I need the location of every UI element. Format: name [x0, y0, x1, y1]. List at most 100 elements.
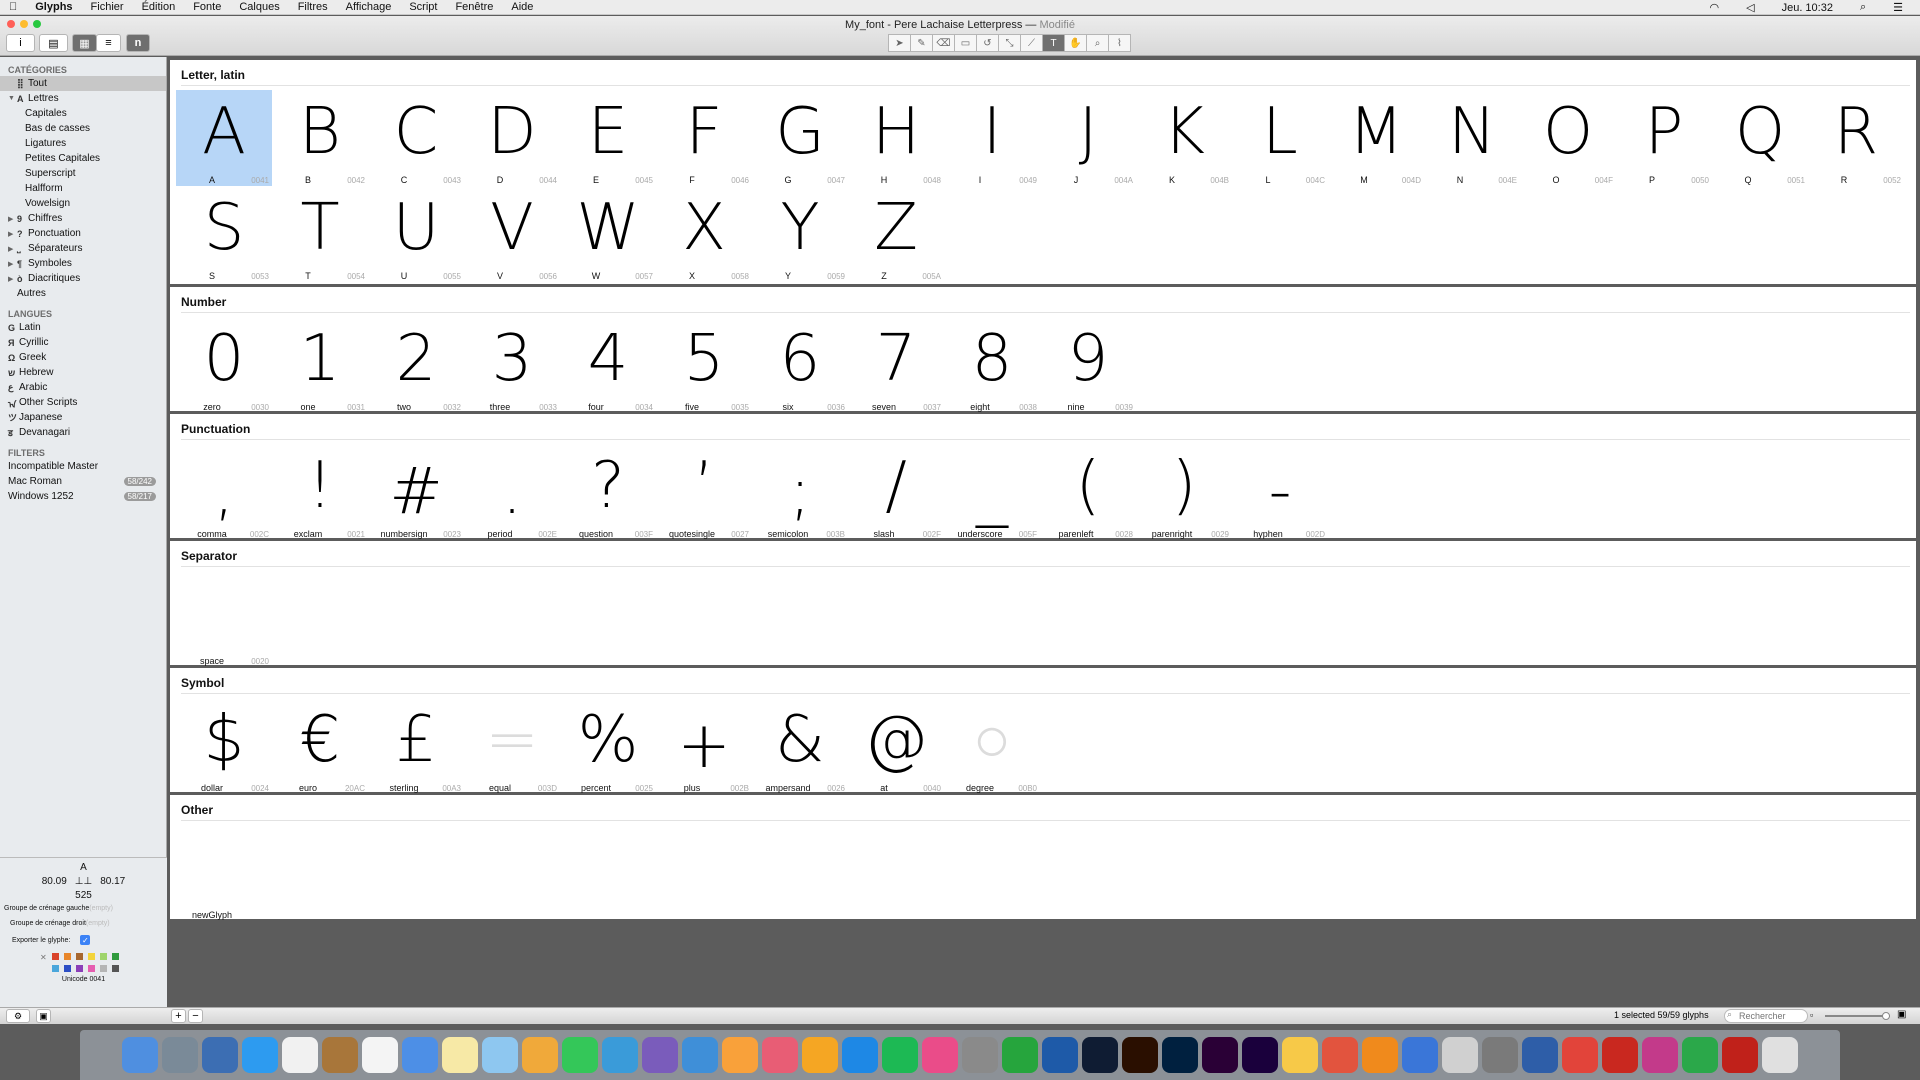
glyph-cell[interactable]: ○ degree 00B0: [944, 698, 1040, 794]
glyph-cell[interactable]: 9 nine 0039: [1040, 317, 1136, 413]
zoom-tool-icon[interactable]: ⌕: [1086, 34, 1109, 52]
disclosure-icon[interactable]: ▶: [8, 260, 17, 268]
glyph-cell[interactable]: E E 0045: [560, 90, 656, 186]
rotate-tool-icon[interactable]: ↺: [976, 34, 999, 52]
sidebar-item[interactable]: ع Arabic: [0, 380, 166, 395]
glyph-cell[interactable]: V V 0056: [464, 186, 560, 282]
glyph-cell[interactable]: , comma 002C: [176, 444, 272, 540]
sidebar-toggle-button[interactable]: ▣: [36, 1009, 51, 1023]
dock-app-icon[interactable]: [1442, 1037, 1478, 1073]
sidebar-item[interactable]: Ω Greek: [0, 350, 166, 365]
sidebar-item[interactable]: Bas de casses: [0, 121, 166, 136]
knife-tool-icon[interactable]: ⟋: [1020, 34, 1043, 52]
dock-app-icon[interactable]: [522, 1037, 558, 1073]
glyph-cell[interactable]: + plus 002B: [656, 698, 752, 794]
dock-app-icon[interactable]: [1562, 1037, 1598, 1073]
dock-app-icon[interactable]: [1242, 1037, 1278, 1073]
eraser-tool-icon[interactable]: ⌫: [932, 34, 955, 52]
sidebar-item[interactable]: Windows 1252 58/217: [0, 489, 166, 504]
menu-item[interactable]: Édition: [142, 1, 176, 13]
dock-app-icon[interactable]: [1042, 1037, 1078, 1073]
info-button[interactable]: i: [6, 34, 35, 52]
color-swatch[interactable]: [64, 965, 71, 972]
sidebar-item[interactable]: Petites Capitales: [0, 151, 166, 166]
left-kerning-field[interactable]: (empty): [89, 905, 113, 912]
glyph-cell[interactable]: & ampersand 0026: [752, 698, 848, 794]
unicode-field[interactable]: Unicode 0041: [0, 976, 167, 983]
dock-app-icon[interactable]: [1402, 1037, 1438, 1073]
menu-item[interactable]: Fenêtre: [455, 1, 493, 13]
menu-item[interactable]: Filtres: [298, 1, 328, 13]
dock-app-icon[interactable]: [922, 1037, 958, 1073]
glyph-cell[interactable]: % percent 0025: [560, 698, 656, 794]
dock-app-icon[interactable]: [1602, 1037, 1638, 1073]
measure-tool-icon[interactable]: ⌇: [1108, 34, 1131, 52]
text-tool-icon[interactable]: T: [1042, 34, 1065, 52]
dock-app-icon[interactable]: [282, 1037, 318, 1073]
glyph-cell[interactable]: (parenleft 0028: [1040, 444, 1136, 540]
volume-icon[interactable]: ◁: [1746, 1, 1754, 14]
sidebar-item[interactable]: Autres: [0, 286, 166, 301]
glyph-cell[interactable]: - hyphen 002D: [1232, 444, 1328, 540]
glyph-cell[interactable]: K K 004B: [1136, 90, 1232, 186]
glyph-cell[interactable]: P P 0050: [1616, 90, 1712, 186]
dock-app-icon[interactable]: [1082, 1037, 1118, 1073]
sidebar-item[interactable]: ⣿ Tout: [0, 76, 166, 91]
clock[interactable]: Jeu. 10:32: [1782, 2, 1833, 14]
dock-app-icon[interactable]: [1362, 1037, 1398, 1073]
dock-app-icon[interactable]: [162, 1037, 198, 1073]
sidebar-item[interactable]: ▶ ⎵ Séparateurs: [0, 241, 166, 256]
glyph-cell[interactable]: ) parenright 0029: [1136, 444, 1232, 540]
dock-app-icon[interactable]: [842, 1037, 878, 1073]
glyph-cell[interactable]: 4 four 0034: [560, 317, 656, 413]
dock-app-icon[interactable]: [1322, 1037, 1358, 1073]
modified-label[interactable]: Modifié: [1039, 19, 1074, 31]
glyph-cell[interactable]: U U 0055: [368, 186, 464, 282]
glyph-cell[interactable]: O O 004F: [1520, 90, 1616, 186]
color-swatch[interactable]: [100, 953, 107, 960]
glyph-cell[interactable]: F F 0046: [656, 90, 752, 186]
glyph-cell[interactable]: I I 0049: [944, 90, 1040, 186]
dock-app-icon[interactable]: [1762, 1037, 1798, 1073]
apple-menu-icon[interactable]: : [9, 1, 17, 13]
color-swatch[interactable]: [64, 953, 71, 960]
dock-app-icon[interactable]: [1202, 1037, 1238, 1073]
width-field[interactable]: 525: [0, 890, 167, 901]
glyph-cell[interactable]: space 0020: [176, 571, 272, 667]
glyph-cell[interactable]: _ underscore 005F: [944, 444, 1040, 540]
sidebar-item[interactable]: Я Cyrillic: [0, 335, 166, 350]
dock-app-icon[interactable]: [642, 1037, 678, 1073]
color-swatch[interactable]: [112, 953, 119, 960]
menu-item[interactable]: Fonte: [193, 1, 221, 13]
dock-app-icon[interactable]: [602, 1037, 638, 1073]
glyph-cell[interactable]: C C 0043: [368, 90, 464, 186]
rsb-field[interactable]: 80.17: [100, 876, 125, 887]
glyph-cell[interactable]: = equal 003D: [464, 698, 560, 794]
glyph-cell[interactable]: M M 004D: [1328, 90, 1424, 186]
info-glyph-name[interactable]: A: [0, 862, 167, 873]
hand-tool-icon[interactable]: ✋: [1064, 34, 1087, 52]
glyph-cell[interactable]: $ dollar 0024: [176, 698, 272, 794]
glyph-cell[interactable]: 1 one 0031: [272, 317, 368, 413]
glyph-cell[interactable]: 2 two 0032: [368, 317, 464, 413]
dock-app-icon[interactable]: [562, 1037, 598, 1073]
sidebar-item[interactable]: Ligatures: [0, 136, 166, 151]
pen-tool-icon[interactable]: ✎: [910, 34, 933, 52]
dock-app-icon[interactable]: [882, 1037, 918, 1073]
sidebar-item[interactable]: ש Hebrew: [0, 365, 166, 380]
settings-menu-button[interactable]: ⚙: [6, 1009, 30, 1023]
dock-app-icon[interactable]: [1722, 1037, 1758, 1073]
color-swatch[interactable]: [76, 965, 83, 972]
menu-item[interactable]: Aide: [511, 1, 533, 13]
glyph-cell[interactable]: A A 0041: [176, 90, 272, 186]
select-tool-icon[interactable]: ➤: [888, 34, 911, 52]
menu-item[interactable]: Affichage: [346, 1, 392, 13]
glyph-cell[interactable]: € euro 20AC: [272, 698, 368, 794]
dock-app-icon[interactable]: [322, 1037, 358, 1073]
glyph-cell[interactable]: newGlyph: [176, 825, 272, 921]
disclosure-icon[interactable]: ▶: [8, 230, 17, 238]
sidebar-item[interactable]: ▶ 9 Chiffres: [0, 211, 166, 226]
dock-app-icon[interactable]: [722, 1037, 758, 1073]
dock-app-icon[interactable]: [802, 1037, 838, 1073]
color-swatch[interactable]: [112, 965, 119, 972]
